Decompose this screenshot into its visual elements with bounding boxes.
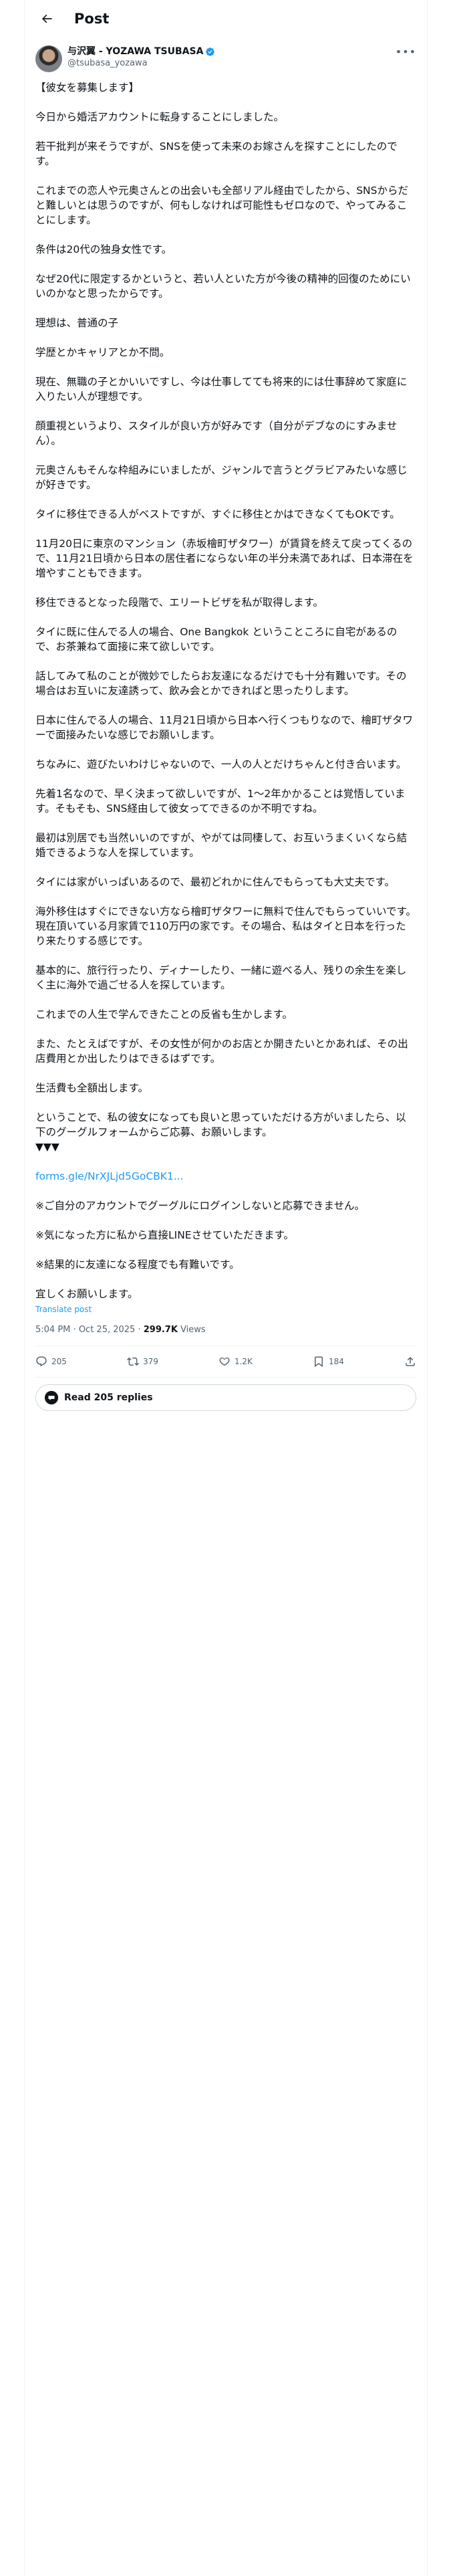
meta-separator-2: ·: [138, 1325, 141, 1335]
post-paragraph: 若干批判が来そうですが、SNSを使って未来のお嫁さんを探すことにしたのです。: [35, 140, 398, 167]
bookmark-icon: [315, 1356, 323, 1368]
repost-count: 379: [142, 1357, 158, 1366]
view-count: 299.7K: [143, 1325, 178, 1335]
post-paragraph: 先着1名なので、早く決まって欲しいですが、1〜2年かかることは覚悟しています。そ…: [35, 788, 406, 815]
post-paragraph: これまでの人生で学んできたことの反省も生かします。: [35, 1008, 293, 1021]
meta-separator: ·: [73, 1325, 76, 1335]
post-date[interactable]: Oct 25, 2025: [79, 1325, 136, 1335]
reply-button[interactable]: 205: [35, 1356, 67, 1368]
repost-icon: [127, 1357, 139, 1366]
chat-bubble-icon: [44, 1390, 59, 1405]
post-paragraph: 学歴とかキャリアとか不問。: [35, 346, 170, 358]
post-note: 宜しくお願いします。: [35, 1288, 138, 1300]
post-paragraph: 移住できるとなった段階で、エリートビザを私が取得します。: [35, 597, 324, 609]
bookmark-button[interactable]: 184: [313, 1356, 344, 1368]
top-bar: Post: [25, 0, 427, 37]
post-paragraph: ということで、私の彼女になっても良いと思っていただける方がいましたら、以下のグー…: [35, 1111, 406, 1153]
translate-link[interactable]: Translate post: [35, 1304, 416, 1315]
post-paragraph: 今日から婚活アカウントに転身することにしました。: [35, 111, 285, 123]
post-paragraph: 条件は20代の独身女性です。: [35, 243, 172, 255]
bookmark-count: 184: [329, 1357, 344, 1366]
post-body: 【彼女を募集します】今日から婚活アカウントに転身することにしました。若干批判が来…: [25, 72, 427, 1315]
reply-icon: [36, 1356, 47, 1367]
post-paragraph: なぜ20代に限定するかというと、若い人といた方が今後の精神的回復のためにいいのか…: [35, 273, 411, 300]
back-button[interactable]: [35, 7, 58, 30]
read-replies-button[interactable]: Read 205 replies: [35, 1384, 416, 1411]
post-paragraph: ちなみに、遊びたいわけじゃないので、一人の人とだけちゃんと付き合います。: [35, 758, 407, 770]
post-text: 【彼女を募集します】今日から婚活アカウントに転身することにしました。若干批判が来…: [35, 80, 416, 1169]
views-label: Views: [180, 1325, 206, 1335]
post-paragraph: 日本に住んでる人の場合、11月21日頃から日本へ行くつもりなので、檜町ザタワーで…: [35, 714, 414, 741]
author-meta: 与沢翼 - YOZAWA TSUBASA @tsubasa_yozawa: [67, 45, 416, 70]
action-bar: 205 379 1.2K 184: [35, 1346, 416, 1378]
post-paragraph: タイには家がいっぱいあるので、最初どれかに住んでもらっても大丈夫です。: [35, 876, 396, 888]
post-paragraph: 生活費も全額出します。: [35, 1082, 148, 1094]
post-paragraph: 現在、無職の子とかいいですし、今は仕事してても将来的には仕事辞めて家庭に入りたい…: [35, 376, 408, 403]
like-count: 1.2K: [234, 1357, 253, 1366]
like-icon: [219, 1357, 230, 1366]
author-row: 与沢翼 - YOZAWA TSUBASA @tsubasa_yozawa •••: [25, 37, 427, 72]
post-note: ※ご自分のアカウントでグーグルにログインしないと応募できません。: [35, 1200, 365, 1212]
back-arrow-icon: [42, 14, 52, 23]
post-paragraph: 理想は、普通の子: [35, 317, 119, 329]
post-paragraph: 元奥さんもそんな枠組みにいましたが、ジャンルで言うとグラビアみたいな感じが好きで…: [35, 464, 408, 491]
post-paragraph: 海外移住はすぐにできない方なら檜町ザタワーに無料で住んでもらっていいです。現在頂…: [35, 905, 416, 947]
share-button[interactable]: [404, 1356, 416, 1368]
reply-count: 205: [51, 1357, 67, 1366]
post-time[interactable]: 5:04 PM: [35, 1325, 70, 1335]
post-paragraph: タイに移住できる人がベストですが、すぐに移住とかはできなくてもOKです。: [35, 508, 400, 520]
avatar[interactable]: [35, 45, 62, 72]
post-note: ※結果的に友達になる程度でも有難いです。: [35, 1259, 240, 1271]
post-notes: ※ご自分のアカウントでグーグルにログインしないと応募できません。 ※気になった方に…: [35, 1198, 416, 1301]
post-paragraph: 話してみて私のことが微妙でしたらお友達になるだけでも十分有難いです。その場合はお…: [35, 670, 407, 697]
read-replies-label: Read 205 replies: [64, 1392, 153, 1403]
post-paragraph: 顔重視というより、スタイルが良い方が好みです（自分がデブなのにすみません）。: [35, 420, 398, 447]
post-paragraph: これまでの恋人や元奥さんとの出会いも全部リアル経由でしたから、SNSからだと難し…: [35, 185, 408, 226]
post-paragraph: タイに既に住んでる人の場合、One Bangkok ということころに自宅があるの…: [35, 626, 398, 653]
form-link[interactable]: forms.gle/NrXJLjd5GoCBK1...: [35, 1169, 416, 1184]
verified-badge-icon: [205, 47, 215, 57]
post-paragraph: また、たとえばですが、その女性が何かのお店とか開きたいとかあれば、その出店費用と…: [35, 1038, 408, 1065]
post-paragraph: 最初は別居でも当然いいのですが、やがては同棲して、お互いうまくいくなら結婚できる…: [35, 832, 408, 859]
author-name[interactable]: 与沢翼 - YOZAWA TSUBASA: [67, 45, 203, 58]
post-note: ※気になった方に私から直接LINEさせていただきます。: [35, 1229, 295, 1241]
share-icon: [406, 1356, 415, 1366]
more-icon[interactable]: •••: [396, 45, 416, 58]
page-title: Post: [74, 11, 110, 27]
post-paragraph: 11月20日に東京のマンション（赤坂檜町ザタワー）が賃貸を終えて戻ってくるので、…: [35, 538, 414, 579]
post-page: Post 与沢翼 - YOZAWA TSUBASA @tsubasa_yozaw…: [24, 0, 428, 2576]
post-meta: 5:04 PM · Oct 25, 2025 · 299.7K Views: [35, 1324, 416, 1346]
repost-button[interactable]: 379: [127, 1356, 158, 1368]
post-paragraph: 【彼女を募集します】: [35, 82, 140, 94]
author-handle[interactable]: @tsubasa_yozawa: [67, 58, 416, 70]
post-paragraph: 基本的に、旅行行ったり、ディナーしたり、一緒に遊べる人、残りの余生を楽しく主に海…: [35, 964, 407, 991]
like-button[interactable]: 1.2K: [218, 1356, 253, 1368]
author-name-line: 与沢翼 - YOZAWA TSUBASA: [67, 45, 416, 58]
